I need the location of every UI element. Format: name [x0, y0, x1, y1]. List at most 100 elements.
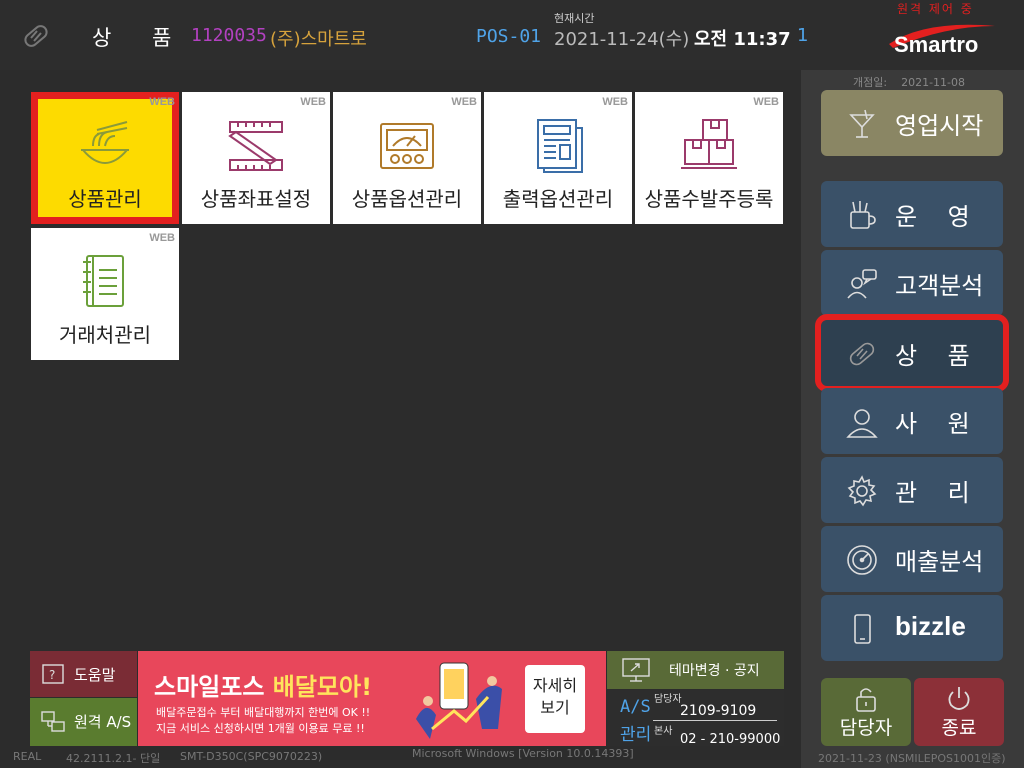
status-os: Microsoft Windows [Version 10.0.14393] — [412, 747, 634, 760]
sidebar-item-staff[interactable]: 사 원 — [821, 388, 1003, 454]
tile-label: 상품옵션관리 — [351, 187, 463, 211]
banner-line1: 배달주문접수 부터 배달대행까지 한번에 OK !! — [156, 706, 371, 719]
status-version: 42.2111.2.1- 단일 — [66, 752, 161, 765]
as-label-management: 관리 — [620, 725, 652, 745]
tile-label: 상품관리 — [68, 187, 142, 211]
monitor-icon — [622, 658, 650, 682]
pos-id: POS-01 — [476, 26, 542, 47]
pos-app: 상 품 1120035 (주)스마트로 POS-01 현재시간 2021-11-… — [0, 0, 1024, 768]
tile-product-ordering[interactable]: WEB 상품수발주등록 — [635, 92, 783, 224]
web-badge: WEB — [149, 96, 175, 108]
sidebar-item-label: 관 리 — [895, 479, 970, 507]
tile-product-management[interactable]: WEB 상품관리 — [31, 92, 179, 224]
page-title: 상 품 — [92, 22, 171, 52]
web-badge: WEB — [753, 96, 779, 108]
header-bar: 상 품 1120035 (주)스마트로 POS-01 현재시간 2021-11-… — [0, 0, 1024, 70]
manager-label: 담당자 — [839, 717, 893, 739]
banner-more-button[interactable]: 자세히 보기 — [525, 665, 585, 733]
logo-text: Smartro — [894, 32, 979, 57]
noodle-bowl-icon — [80, 121, 130, 164]
smartro-logo: Smartro — [885, 22, 1015, 62]
sidebar-item-label: bizzle — [895, 611, 966, 641]
sidebar-item-management[interactable]: 관 리 — [821, 457, 1003, 523]
person-icon — [846, 409, 878, 438]
open-date: 개점일: 2021-11-08 — [853, 74, 965, 90]
divider — [653, 720, 777, 721]
store-name: (주)스마트로 — [270, 29, 367, 50]
sidebar-item-label: 매출분석 — [895, 548, 984, 576]
theme-notice-button[interactable]: 테마변경 · 공지 — [607, 651, 784, 689]
as-contact-key: 담당자 — [654, 694, 682, 705]
current-date: 2021-11-24(수) — [554, 29, 690, 50]
sidebar-item-open-business[interactable]: 영업시작 — [821, 90, 1003, 156]
web-badge: WEB — [149, 232, 175, 244]
tile-print-options[interactable]: WEB 출력옵션관리 — [484, 92, 632, 224]
help-button[interactable]: ? 도움말 — [30, 651, 137, 697]
ruler-icon — [228, 121, 283, 171]
tile-label: 상품수발주등록 — [644, 187, 774, 211]
page-title-char1: 상 — [92, 26, 112, 50]
sidebar-item-customer-analysis[interactable]: 고객분석 — [821, 250, 1003, 316]
manager-button[interactable]: 담당자 — [821, 678, 911, 746]
exit-label: 종료 — [941, 717, 977, 739]
tile-vendor-management[interactable]: WEB 거래처관리 — [31, 228, 179, 360]
product-tag-icon — [849, 342, 875, 366]
remote-as-button[interactable]: 원격 A/S — [30, 698, 137, 746]
banner-line2: 지금 서비스 신청하시면 1개월 이용료 무료 !! — [156, 722, 365, 735]
store-code: 1120035 — [191, 25, 267, 46]
tools-cup-icon — [850, 201, 876, 229]
remote-status: 원격 제어 중 — [897, 2, 974, 16]
delivery-illustration-icon — [416, 662, 502, 739]
tick-counter: 1 — [797, 25, 809, 46]
exit-button[interactable]: 종료 — [914, 678, 1004, 746]
as-label: A/S — [620, 697, 651, 717]
banner-more-line2: 보기 — [540, 698, 570, 717]
web-badge: WEB — [300, 96, 326, 108]
page-title-char2: 품 — [152, 26, 172, 50]
speedometer-icon — [847, 545, 877, 575]
open-date-value: 2021-11-08 — [901, 76, 966, 89]
sidebar: 개점일: 2021-11-08 영업시작 운 영 고객분석 상 품 사 원 관 … — [801, 70, 1024, 768]
banner-more-line1: 자세히 — [532, 676, 578, 695]
tile-label: 거래처관리 — [59, 323, 151, 347]
sidebar-item-operation[interactable]: 운 영 — [821, 181, 1003, 247]
newspaper-icon — [537, 119, 583, 173]
customer-chat-icon — [847, 269, 877, 299]
power-icon — [948, 687, 970, 710]
theme-notice-label: 테마변경 · 공지 — [669, 663, 760, 679]
tile-label: 상품좌표설정 — [200, 187, 312, 211]
ledger-book-icon — [83, 255, 124, 307]
status-mode: REAL — [13, 750, 42, 763]
banner-title: 스마일포스 배달모아! — [154, 667, 372, 702]
open-date-label: 개점일: — [853, 76, 888, 89]
help-label: 도움말 — [74, 666, 116, 684]
time-label: 현재시간 — [554, 12, 595, 25]
current-time: 오전 11:37 — [694, 29, 791, 50]
banner-title-part2: 배달모아! — [272, 673, 373, 701]
tile-product-options[interactable]: WEB 상품옵션관리 — [333, 92, 481, 224]
sidebar-item-sales-analysis[interactable]: 매출분석 — [821, 526, 1003, 592]
remote-as-label: 원격 A/S — [74, 713, 132, 731]
banner-title-part1: 스마일포스 — [154, 673, 265, 701]
gauge-panel-icon — [380, 123, 434, 169]
web-badge: WEB — [602, 96, 628, 108]
boxes-icon — [681, 119, 737, 169]
sidebar-item-label: 사 원 — [895, 410, 970, 438]
as-contact-phone: 2109-9109 — [680, 703, 757, 719]
status-device: SMT-D350C(SPC9070223) — [180, 750, 323, 763]
sidebar-item-label: 영업시작 — [895, 112, 984, 140]
lock-icon — [856, 688, 876, 712]
tile-product-coordinates[interactable]: WEB 상품좌표설정 — [182, 92, 330, 224]
remote-monitor-icon — [41, 711, 65, 732]
hq-phone: 02 - 210-99000 — [680, 732, 781, 747]
gear-icon — [847, 475, 877, 507]
web-badge: WEB — [451, 96, 477, 108]
delivery-banner[interactable]: 스마일포스 배달모아! 배달주문접수 부터 배달대행까지 한번에 OK !! 지… — [138, 651, 606, 746]
sidebar-item-label: 상 품 — [895, 342, 970, 370]
as-contact-panel: A/S 관리 담당자 2109-9109 본사 02 - 210-99000 — [607, 690, 784, 747]
status-build: 2021-11-23 (NSMILEPOS1001인증) — [818, 752, 1006, 765]
sidebar-item-bizzle[interactable]: bizzle — [821, 595, 1003, 661]
sidebar-item-product[interactable]: 상 품 — [815, 314, 1009, 392]
sidebar-item-label: 고객분석 — [895, 272, 984, 300]
product-tag-icon — [24, 25, 48, 47]
